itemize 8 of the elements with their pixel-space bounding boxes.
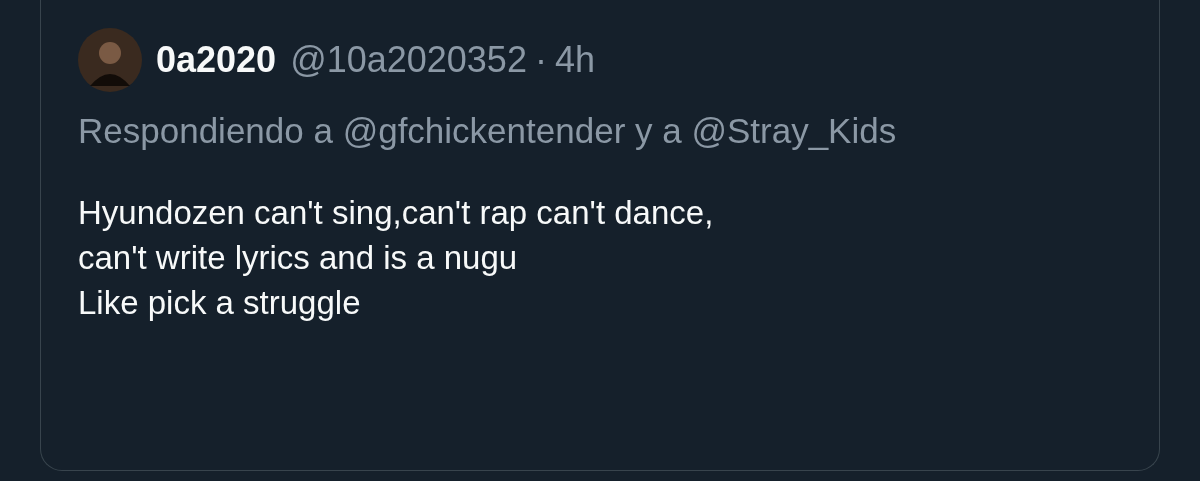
timestamp[interactable]: 4h xyxy=(554,33,595,87)
display-name[interactable]: 0a2020 xyxy=(156,33,277,87)
avatar[interactable] xyxy=(78,28,142,92)
user-handle[interactable]: @10a2020352 xyxy=(290,33,527,87)
separator-dot: · xyxy=(534,38,547,82)
reply-context: Respondiendo a @gfchickentender y a @Stray_Kids xyxy=(78,110,898,152)
tweet-text: Hyundozen can't sing,can't rap can't dance, can't write lyrics and is a nugu Like pick a struggle xyxy=(78,193,715,323)
quoted-tweet-card[interactable]: 0a2020 @10a2020352 · 4h Respondiendo a @gfchickentender y a @Stray_Kids Hyundozen can't sing,can't rap can't dance, can't write lyrics and is a nugu Like pick a struggle xyxy=(40,0,1160,471)
